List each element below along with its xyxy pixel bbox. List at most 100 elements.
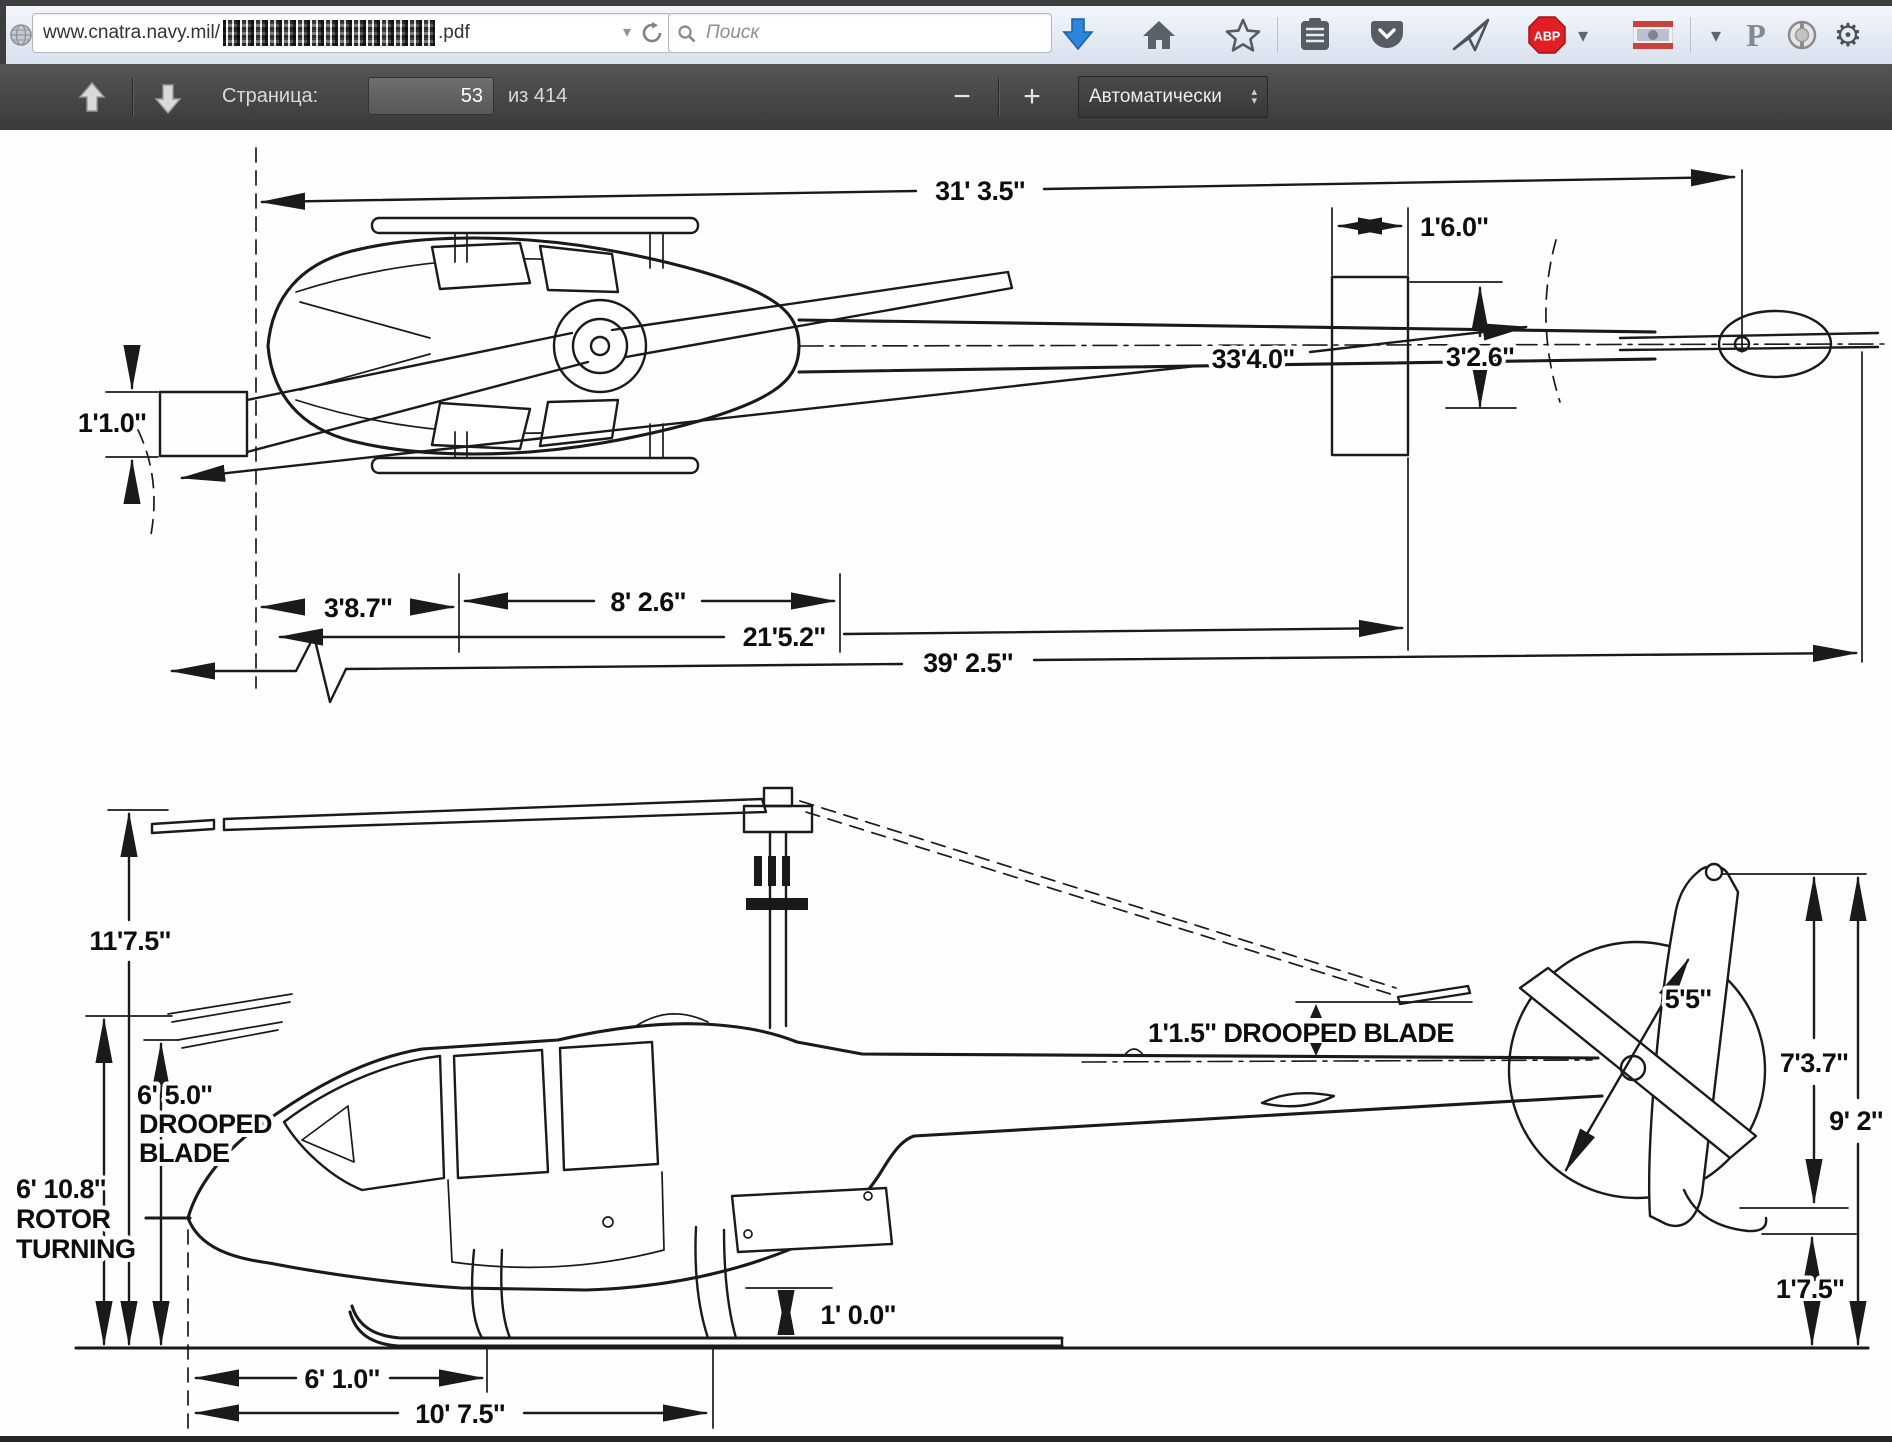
- dim-label: 1'6.0'': [1420, 212, 1488, 242]
- dim-label: ROTOR: [16, 1204, 111, 1234]
- window-bottom-edge: [0, 1436, 1892, 1442]
- gear-icon: ⚙: [1834, 19, 1863, 51]
- top-view: 31' 3.5'' 1'6.0'' 33'4.0'' 3'2.6'': [78, 148, 1884, 702]
- dim-label: 8' 2.6'': [610, 587, 685, 617]
- browser-navbar: www.cnatra.navy.mil/ .pdf ▾: [0, 6, 1892, 65]
- dim-label: DROOPED: [139, 1109, 272, 1139]
- page-total: из 414: [508, 85, 567, 108]
- minus-icon: −: [953, 80, 971, 114]
- zoom-out-button[interactable]: −: [944, 80, 980, 114]
- previous-page-button[interactable]: [72, 78, 112, 118]
- dim-label: 3'8.7'': [324, 593, 392, 623]
- dim-label: 33'4.0'': [1212, 344, 1295, 374]
- zoom-in-button[interactable]: +: [1014, 80, 1050, 114]
- adblock-button[interactable]: ABP: [1526, 15, 1568, 55]
- dim-front-droop-height: 6' 5.0'' DROOPED BLADE: [137, 1040, 272, 1344]
- dim-fin-to-skid: 7'3.7'': [1740, 878, 1848, 1208]
- up-arrow-icon: [76, 81, 108, 115]
- clipboard-list-icon: [1299, 18, 1331, 52]
- dim-label: TURNING: [16, 1234, 136, 1264]
- circular-badge-icon: [1787, 20, 1817, 50]
- dim-label: BLADE: [139, 1138, 230, 1168]
- url-redacted-segment: [223, 20, 435, 46]
- search-input[interactable]: [704, 21, 1043, 45]
- dim-main-rotor-span: 31' 3.5'': [262, 176, 1734, 206]
- dim-label: 21'5.2'': [743, 622, 826, 652]
- caret-down-icon: ▾: [1711, 23, 1721, 48]
- dim-label: 1'1.5'' DROOPED BLADE: [1148, 1018, 1454, 1048]
- home-icon: [1141, 19, 1177, 51]
- dim-label: 11'7.5'': [89, 926, 170, 956]
- settings-button[interactable]: ⚙: [1828, 15, 1868, 55]
- adblock-caret[interactable]: ▾: [1572, 15, 1594, 55]
- abp-octagon-icon: ABP: [1527, 15, 1567, 55]
- dim-overall-length: 39' 2.5'': [172, 636, 1856, 702]
- paper-plane-icon: [1451, 17, 1491, 53]
- extension-p-button[interactable]: P: [1740, 15, 1772, 55]
- down-arrow-icon: [152, 81, 184, 115]
- abp-label: ABP: [1534, 30, 1560, 44]
- url-suffix: .pdf: [438, 22, 470, 44]
- pdf-toolbar: Страница: из 414 − + Автоматически ▴ ▾: [0, 64, 1892, 131]
- toolbar-separator: [132, 78, 133, 116]
- pdf-page: 31' 3.5'' 1'6.0'' 33'4.0'' 3'2.6'': [0, 130, 1892, 1436]
- side-view: 11'7.5'' 6' 10.8'' ROTOR TURNING 6' 5.0'…: [16, 788, 1883, 1430]
- dim-label: 7'3.7'': [1780, 1048, 1848, 1078]
- pocket-button[interactable]: [1366, 15, 1408, 55]
- dim-label: 3'2.6'': [1446, 342, 1514, 372]
- url-bar[interactable]: www.cnatra.navy.mil/ .pdf ▾: [32, 13, 672, 53]
- dim-label: 1'7.5'': [1776, 1274, 1844, 1304]
- spinner-down-icon: ▾: [1251, 97, 1257, 106]
- photo-thumbnail-icon: [1633, 21, 1673, 49]
- search-icon: [677, 24, 696, 43]
- url-prefix: www.cnatra.navy.mil/: [43, 22, 220, 44]
- download-button[interactable]: [1058, 15, 1098, 55]
- dim-label: 6' 10.8'': [16, 1174, 106, 1204]
- url-dropdown-caret-icon[interactable]: ▾: [623, 25, 631, 41]
- dim-front-strut-distance: 6' 1.0'': [196, 1346, 487, 1394]
- dim-stabilizer-chord: 1'6.0'': [1332, 208, 1488, 275]
- overflow-menu-button[interactable]: ▾: [1702, 15, 1730, 55]
- send-tab-button[interactable]: [1448, 15, 1494, 55]
- dim-tail-clearance: 1'7.5'': [1762, 1234, 1856, 1344]
- dim-nose-to-skid: 3'8.7'': [262, 593, 453, 623]
- dim-body-length: 21'5.2'': [280, 622, 1402, 652]
- home-button[interactable]: [1138, 15, 1180, 55]
- dim-ground-clearance: 1' 0.0'': [746, 1288, 896, 1333]
- dim-main-rotor-diameter: 33'4.0'': [182, 327, 1526, 478]
- toolbar-separator: [1277, 17, 1278, 53]
- select-spinner-icon: ▴ ▾: [1251, 88, 1257, 106]
- dim-label: 6' 1.0'': [304, 1364, 379, 1394]
- dim-label: 1'1.0'': [78, 408, 146, 438]
- next-page-button[interactable]: [148, 78, 188, 118]
- dim-label: 9' 2'': [1829, 1106, 1883, 1136]
- download-arrow-icon: [1061, 17, 1095, 53]
- plus-icon: +: [1023, 80, 1041, 114]
- dim-stabilizer-span: 3'2.6'': [1410, 282, 1516, 408]
- search-box[interactable]: [668, 13, 1052, 53]
- dim-skid-length: 8' 2.6'': [465, 587, 834, 617]
- toolbar-separator: [1690, 17, 1691, 53]
- star-icon: [1225, 18, 1261, 52]
- p-letter-icon: P: [1746, 17, 1766, 54]
- reload-icon[interactable]: [641, 22, 663, 44]
- dim-label: 31' 3.5'': [935, 176, 1025, 206]
- toolbar-separator: [998, 78, 999, 116]
- bookmarks-menu-button[interactable]: [1294, 15, 1336, 55]
- zoom-mode-select[interactable]: Автоматически ▴ ▾: [1078, 76, 1268, 118]
- dim-tail-droop: 1'1.5'' DROOPED BLADE: [1148, 1002, 1472, 1056]
- dim-label: 6' 5.0'': [137, 1080, 212, 1110]
- dim-label: 5'5'': [1665, 984, 1712, 1014]
- dim-rear-strut-distance: 10' 7.5'': [196, 1346, 713, 1429]
- dim-label: 39' 2.5'': [923, 648, 1013, 678]
- zoom-mode-value: Автоматически: [1089, 86, 1222, 108]
- extension-circle-button[interactable]: [1784, 15, 1820, 55]
- dim-label: 1' 0.0'': [820, 1300, 895, 1330]
- dim-blade-chord: 1'1.0'': [78, 352, 247, 497]
- bookmark-star-button[interactable]: [1222, 15, 1264, 55]
- helicopter-dimension-diagram: 31' 3.5'' 1'6.0'' 33'4.0'' 3'2.6'': [0, 130, 1892, 1436]
- dim-rotor-turning-height: 6' 10.8'' ROTOR TURNING: [16, 1016, 172, 1344]
- pocket-icon: [1370, 19, 1404, 51]
- page-number-input[interactable]: [368, 77, 494, 115]
- screenshot-extension-button[interactable]: [1630, 15, 1676, 55]
